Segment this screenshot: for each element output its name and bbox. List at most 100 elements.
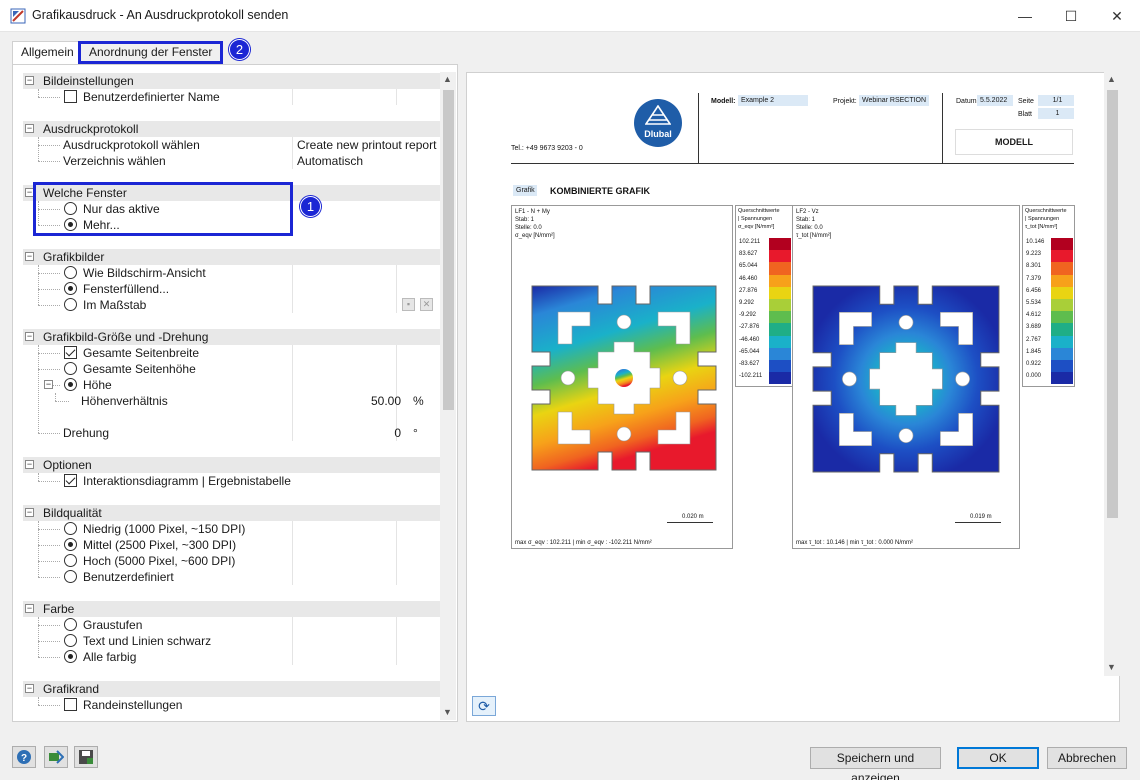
scroll-up-icon[interactable]: ▲ [443, 74, 452, 84]
height-ratio-row[interactable]: Höhenverhältnis 50.00% [23, 393, 440, 409]
help-button[interactable]: ? [12, 746, 36, 768]
screen-view-radio[interactable] [64, 266, 77, 279]
collapse-icon[interactable]: − [25, 76, 34, 85]
group-grafikrand[interactable]: − Grafikrand [23, 681, 440, 697]
quality-custom-radio[interactable] [64, 570, 77, 583]
legend-value: 2.767 [1026, 336, 1042, 343]
group-ausdruckprotokoll[interactable]: − Ausdruckprotokoll [23, 121, 440, 137]
collapse-icon[interactable]: − [44, 380, 53, 389]
preview-scroll-down-icon[interactable]: ▼ [1107, 662, 1116, 672]
legend-row: 102.211 [736, 238, 794, 251]
full-width-checkbox[interactable] [64, 346, 77, 359]
collapse-icon[interactable]: − [25, 508, 34, 517]
close-button[interactable]: ✕ [1094, 0, 1140, 32]
scroll-down-icon[interactable]: ▼ [443, 707, 452, 717]
close-icon: ✕ [1111, 7, 1123, 24]
preview-scrollbar-thumb[interactable] [1107, 90, 1118, 518]
fill-window-row[interactable]: Fensterfüllend... [23, 281, 440, 297]
quality-high-radio[interactable] [64, 554, 77, 567]
all-color-radio[interactable] [64, 650, 77, 663]
height-row[interactable]: − Höhe [23, 377, 440, 393]
legend-row: 2.767 [1023, 335, 1076, 348]
legend-row: 0.000 [1023, 372, 1076, 385]
refresh-preview-button[interactable]: ⟳ [472, 696, 496, 716]
legend-value: 27.876 [739, 287, 758, 294]
help-icon: ? [17, 750, 31, 764]
quality-medium-radio[interactable] [64, 538, 77, 551]
left-graphic-frame: LF1 - N + My Stab: 1 Stelle: 0.0 σ_eqv [… [511, 205, 733, 549]
legend-row: 1.845 [1023, 347, 1076, 360]
group-optionen[interactable]: − Optionen [23, 457, 440, 473]
group-groesse-drehung[interactable]: − Grafikbild-Größe und -Drehung [23, 329, 440, 345]
minimize-button[interactable]: — [1002, 0, 1048, 32]
legend-row: -65.044 [736, 347, 794, 360]
collapse-icon[interactable]: − [25, 252, 34, 261]
height-ratio-input[interactable]: 50.00 [297, 393, 405, 409]
legend-row: 9.292 [736, 299, 794, 312]
save-and-show-button[interactable]: Speichern und anzeigen [810, 747, 941, 780]
scale-edit-icon: ▪ [402, 298, 415, 311]
units-icon [49, 750, 64, 764]
screen-view-row[interactable]: Wie Bildschirm-Ansicht [23, 265, 440, 281]
legend-row: -83.627 [736, 360, 794, 373]
quality-custom-row[interactable]: Benutzerdefiniert [23, 569, 440, 585]
full-height-radio[interactable] [64, 362, 77, 375]
legend-row: 27.876 [736, 286, 794, 299]
interaction-row[interactable]: Interaktionsdiagramm | Ergebnistabelle [23, 473, 440, 489]
group-farbe[interactable]: − Farbe [23, 601, 440, 617]
grayscale-radio[interactable] [64, 618, 77, 631]
preview-heading: KOMBINIERTE GRAFIK [550, 186, 650, 196]
directory-row[interactable]: Verzeichnis wählen Automatisch [23, 153, 440, 169]
grayscale-row[interactable]: Graustufen [23, 617, 440, 633]
legend-swatch [1051, 347, 1073, 360]
legend-row: -102.211 [736, 372, 794, 385]
full-width-row[interactable]: Gesamte Seitenbreite [23, 345, 440, 361]
callout-badge-2: 2 [229, 39, 250, 60]
interaction-checkbox[interactable] [64, 474, 77, 487]
full-height-row[interactable]: Gesamte Seitenhöhe [23, 361, 440, 377]
cancel-button[interactable]: Abbrechen [1047, 747, 1127, 769]
directory-select[interactable]: Automatisch [297, 153, 363, 169]
scale-radio[interactable] [64, 298, 77, 311]
units-button[interactable] [44, 746, 68, 768]
all-color-row[interactable]: Alle farbig [23, 649, 440, 665]
border-settings-checkbox[interactable] [64, 698, 77, 711]
collapse-icon[interactable]: − [25, 684, 34, 693]
quality-low-row[interactable]: Niedrig (1000 Pixel, ~150 DPI) [23, 521, 440, 537]
printout-report-select[interactable]: Create new printout report [297, 137, 436, 153]
legend-swatch [769, 323, 791, 336]
settings-scrollbar-thumb[interactable] [443, 90, 454, 410]
maximize-button[interactable]: ☐ [1048, 0, 1094, 32]
ok-button[interactable]: OK [957, 747, 1039, 769]
height-radio[interactable] [64, 378, 77, 391]
group-grafikbilder[interactable]: − Grafikbilder [23, 249, 440, 265]
tab-anordnung-der-fenster[interactable]: Anordnung der Fenster [78, 41, 224, 64]
quality-high-row[interactable]: Hoch (5000 Pixel, ~600 DPI) [23, 553, 440, 569]
rotation-input[interactable]: 0 [297, 425, 405, 441]
collapse-icon[interactable]: − [25, 604, 34, 613]
left-graphic-footer: max σ_eqv : 102.211 | min σ_eqv : -102.2… [515, 540, 652, 546]
fill-window-radio[interactable] [64, 282, 77, 295]
collapse-icon[interactable]: − [25, 124, 34, 133]
group-bildeinstellungen[interactable]: − Bildeinstellungen [23, 73, 440, 89]
group-bildqualitaet[interactable]: − Bildqualität [23, 505, 440, 521]
border-settings-row[interactable]: Randeinstellungen [23, 697, 440, 713]
legend-row: 65.044 [736, 262, 794, 275]
black-lines-row[interactable]: Text und Linien schwarz [23, 633, 440, 649]
collapse-icon[interactable]: − [25, 332, 34, 341]
quality-medium-row[interactable]: Mittel (2500 Pixel, ~300 DPI) [23, 537, 440, 553]
legend-row: -46.460 [736, 335, 794, 348]
print-preview: Dlubal Tel.: +49 9673 9203 - 0 Modell: E… [466, 72, 1120, 722]
printout-report-row[interactable]: Ausdruckprotokoll wählen Create new print… [23, 137, 440, 153]
rotation-row[interactable]: Drehung 0 ° [23, 425, 440, 441]
scale-row[interactable]: Im Maßstab ▪ ✕ [23, 297, 440, 313]
custom-name-checkbox[interactable] [64, 90, 77, 103]
save-settings-button[interactable] [74, 746, 98, 768]
preview-scroll-up-icon[interactable]: ▲ [1107, 74, 1116, 84]
black-lines-radio[interactable] [64, 634, 77, 647]
custom-name-row[interactable]: Benutzerdefinierter Name [23, 89, 440, 105]
tab-allgemein[interactable]: Allgemein [12, 41, 83, 65]
collapse-icon[interactable]: − [25, 460, 34, 469]
quality-low-radio[interactable] [64, 522, 77, 535]
legend-row: 8.301 [1023, 262, 1076, 275]
